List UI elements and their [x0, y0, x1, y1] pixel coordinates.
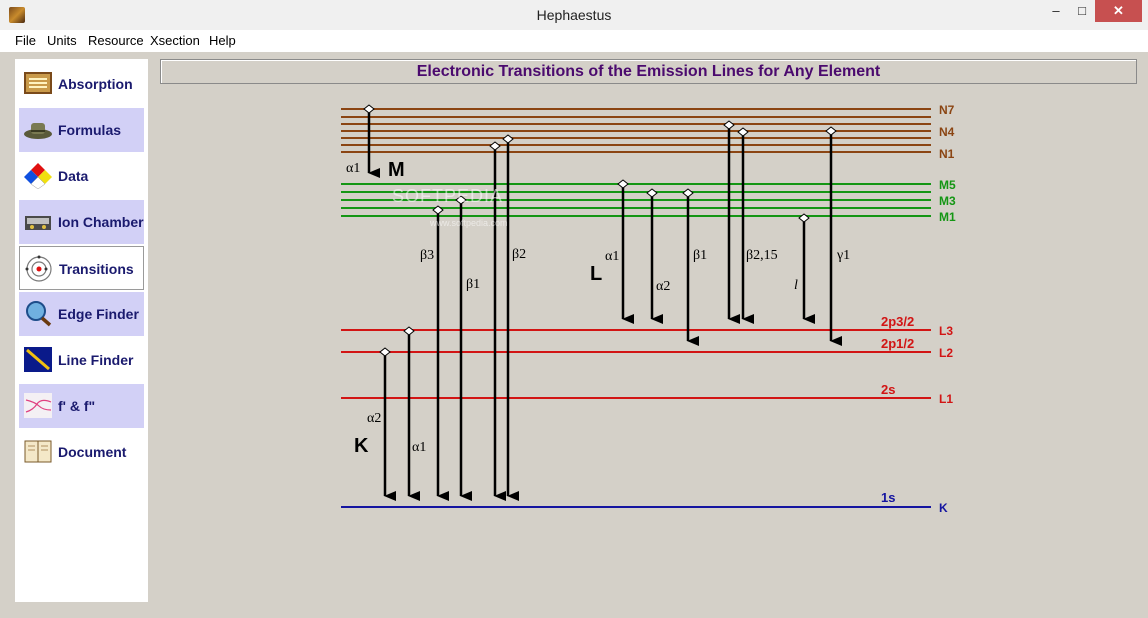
- n-level-label: N7: [939, 103, 955, 117]
- transition-origin-marker: [403, 326, 415, 336]
- transition-label: β1: [693, 248, 707, 263]
- transition-label: l: [794, 278, 798, 293]
- m-level-label: M3: [939, 194, 956, 208]
- transition-label: α2: [656, 279, 670, 294]
- k-orbital-label: 1s: [881, 490, 895, 505]
- transition-origin-marker: [379, 347, 391, 357]
- transition-diagram: N7 N4 N1 M5 M3 M1 2p3/2 L3 2p1/2 L2 2s L1 1s Kα1 α2 α1 β…: [341, 103, 956, 515]
- l-level-label: L2: [939, 346, 953, 360]
- n-level-label: N1: [939, 147, 955, 161]
- transition-origin-marker: [617, 179, 629, 189]
- transition-origin-marker: [723, 120, 735, 130]
- transition-origin-marker: [502, 134, 514, 144]
- watermark: SOFTPEDIA: [392, 186, 504, 206]
- transition-origin-marker: [737, 127, 749, 137]
- series-letter: L: [590, 263, 602, 285]
- series-letter: M: [388, 159, 405, 181]
- transition-label: α2: [367, 411, 381, 426]
- watermark-url: www.softpedia.com: [430, 218, 508, 228]
- n-level-label: N4: [939, 125, 955, 139]
- transition-origin-marker: [489, 141, 501, 151]
- l-level-label: L3: [939, 324, 953, 338]
- transition-origin-marker: [682, 188, 694, 198]
- l-level-label: L1: [939, 392, 953, 406]
- transition-label: α1: [605, 249, 619, 264]
- transition-label: γ1: [836, 248, 850, 263]
- m-level-label: M1: [939, 210, 956, 224]
- k-level-label: K: [939, 501, 948, 515]
- transition-label: β2: [512, 247, 526, 262]
- transition-label: β3: [420, 248, 434, 263]
- transition-label: β1: [466, 277, 480, 292]
- m-level-label: M5: [939, 178, 956, 192]
- series-letter: K: [354, 435, 369, 457]
- l-orbital-label: 2s: [881, 382, 895, 397]
- l-orbital-label: 2p3/2: [881, 314, 914, 329]
- transition-label: β2,15: [746, 248, 778, 263]
- transition-origin-marker: [825, 126, 837, 136]
- transition-label: α1: [412, 440, 426, 455]
- transition-origin-marker: [363, 104, 375, 114]
- transition-label: α1: [346, 161, 360, 176]
- transition-origin-marker: [646, 188, 658, 198]
- l-orbital-label: 2p1/2: [881, 336, 914, 351]
